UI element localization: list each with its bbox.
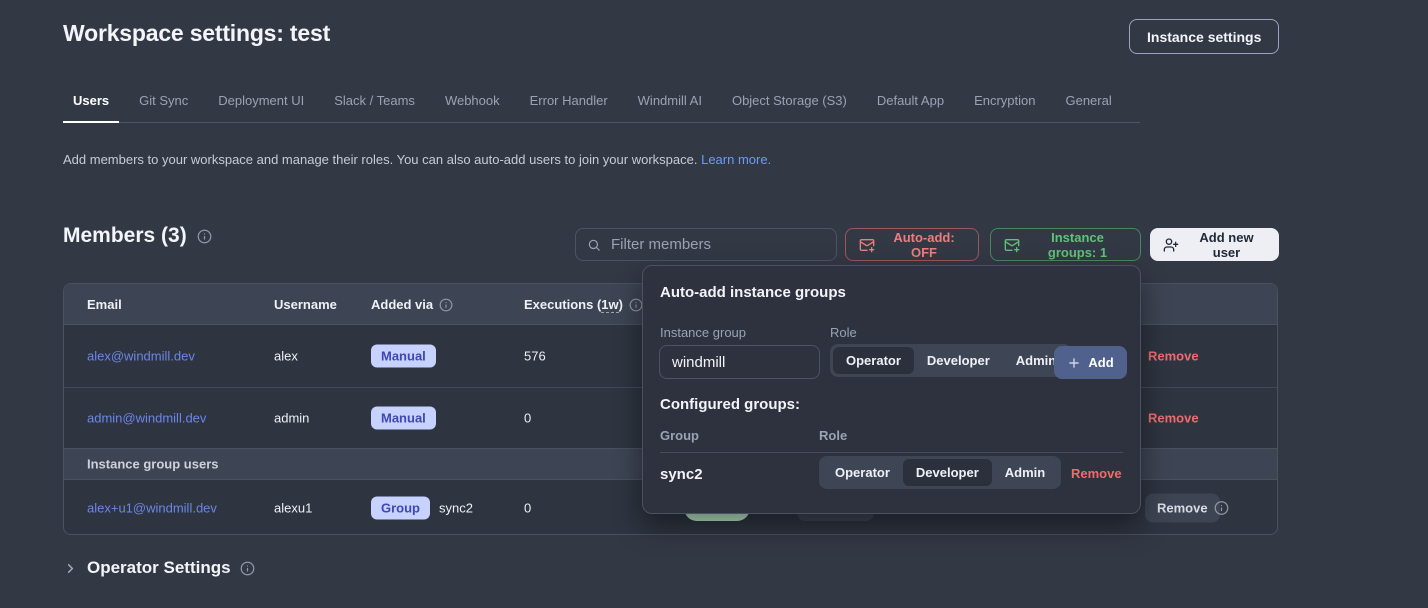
auto-add-button[interactable]: Auto-add: OFF [845,228,979,261]
intro-description: Add members to your workspace and manage… [63,152,697,167]
mail-plus-icon [859,237,875,253]
added-via-cell: Manual [371,407,436,430]
tab-encryption[interactable]: Encryption [964,84,1045,122]
added-via-badge: Group [371,497,430,520]
tab-slack-teams[interactable]: Slack / Teams [324,84,425,122]
members-heading: Members (3) [63,224,212,248]
member-email-link[interactable]: admin@windmill.dev [87,411,206,426]
remove-info-icon[interactable] [1214,501,1229,516]
divider [660,452,1123,453]
role-column-header: Role [819,428,847,443]
add-new-user-label: Add new user [1187,230,1266,260]
role-option-admin[interactable]: Admin [992,459,1058,486]
executions-value: 576 [524,349,546,364]
remove-member-button[interactable]: Remove [1145,494,1220,523]
tab-git-sync[interactable]: Git Sync [129,84,198,122]
configured-group-name: sync2 [660,466,703,483]
col-header-email: Email [87,284,122,325]
members-count-title: Members (3) [63,224,187,248]
remove-member-link[interactable]: Remove [1148,411,1199,426]
user-plus-icon [1163,237,1179,253]
page-title: Workspace settings: test [63,20,330,47]
plus-icon [1067,356,1081,370]
member-username: admin [274,411,309,426]
auto-add-instance-groups-popover: Auto-add instance groups Instance group … [642,265,1141,514]
mail-plus-icon [1004,237,1020,253]
add-group-label: Add [1088,355,1113,370]
added-via-cell: Manual [371,345,436,368]
member-email-link[interactable]: alex@windmill.dev [87,349,195,364]
instance-group-input[interactable] [659,345,820,379]
remove-member-link[interactable]: Remove [1148,349,1199,364]
role-option-operator[interactable]: Operator [822,459,903,486]
tab-windmill-ai[interactable]: Windmill AI [628,84,712,122]
members-info-icon[interactable] [197,229,212,244]
search-icon [587,238,601,252]
tab-object-storage[interactable]: Object Storage (S3) [722,84,857,122]
role-option-developer[interactable]: Developer [903,459,992,486]
remove-group-link[interactable]: Remove [1071,466,1122,481]
group-column-header: Group [660,428,699,443]
role-option-developer[interactable]: Developer [914,347,1003,374]
executions-period: 1w [601,297,618,313]
add-new-user-button[interactable]: Add new user [1150,228,1279,261]
col-header-executions: Executions (1w) [524,284,643,325]
executions-value: 0 [524,501,531,516]
col-header-added-via: Added via [371,284,453,325]
popover-title: Auto-add instance groups [660,284,846,301]
executions-value: 0 [524,411,531,426]
tab-default-app[interactable]: Default App [867,84,954,122]
tab-error-handler[interactable]: Error Handler [520,84,618,122]
add-group-button[interactable]: Add [1054,346,1127,379]
role-label: Role [830,325,857,340]
added-via-info-icon[interactable] [439,298,453,312]
tab-general[interactable]: General [1055,84,1121,122]
role-segmented-control: Operator Developer Admin [830,344,1072,377]
added-via-badge: Manual [371,407,436,430]
intro-text: Add members to your workspace and manage… [63,152,771,167]
settings-tabbar: Users Git Sync Deployment UI Slack / Tea… [63,84,1140,123]
configured-groups-heading: Configured groups: [660,396,800,413]
added-via-cell: Group sync2 [371,497,473,520]
remove-cell: Remove [1145,494,1220,523]
configured-role-segmented-control: Operator Developer Admin [819,456,1061,489]
chevron-right-icon [63,561,78,576]
instance-group-label: Instance group [660,325,746,340]
tab-webhook[interactable]: Webhook [435,84,510,122]
instance-groups-button[interactable]: Instance groups: 1 [990,228,1141,261]
member-username: alex [274,349,298,364]
instance-groups-label: Instance groups: 1 [1028,230,1127,260]
operator-settings-label: Operator Settings [87,558,231,578]
col-header-username: Username [274,284,337,325]
role-option-operator[interactable]: Operator [833,347,914,374]
added-via-label: Added via [371,297,433,312]
added-via-badge: Manual [371,345,436,368]
filter-members-input[interactable] [609,235,825,254]
instance-settings-button[interactable]: Instance settings [1129,19,1279,54]
operator-settings-info-icon[interactable] [240,561,255,576]
member-email-link[interactable]: alex+u1@windmill.dev [87,501,217,516]
tab-deployment-ui[interactable]: Deployment UI [208,84,314,122]
filter-members-searchbox [575,228,837,261]
operator-settings-expander[interactable]: Operator Settings [63,558,255,578]
auto-add-label: Auto-add: OFF [883,230,965,260]
member-username: alexu1 [274,501,312,516]
workspace-settings-page: Workspace settings: test Instance settin… [0,0,1428,608]
tab-users[interactable]: Users [63,84,119,123]
group-name: sync2 [439,501,473,516]
learn-more-link[interactable]: Learn more. [701,152,771,167]
section-label: Instance group users [87,457,218,472]
executions-info-icon[interactable] [629,298,643,312]
executions-label: Executions (1w) [524,297,623,312]
